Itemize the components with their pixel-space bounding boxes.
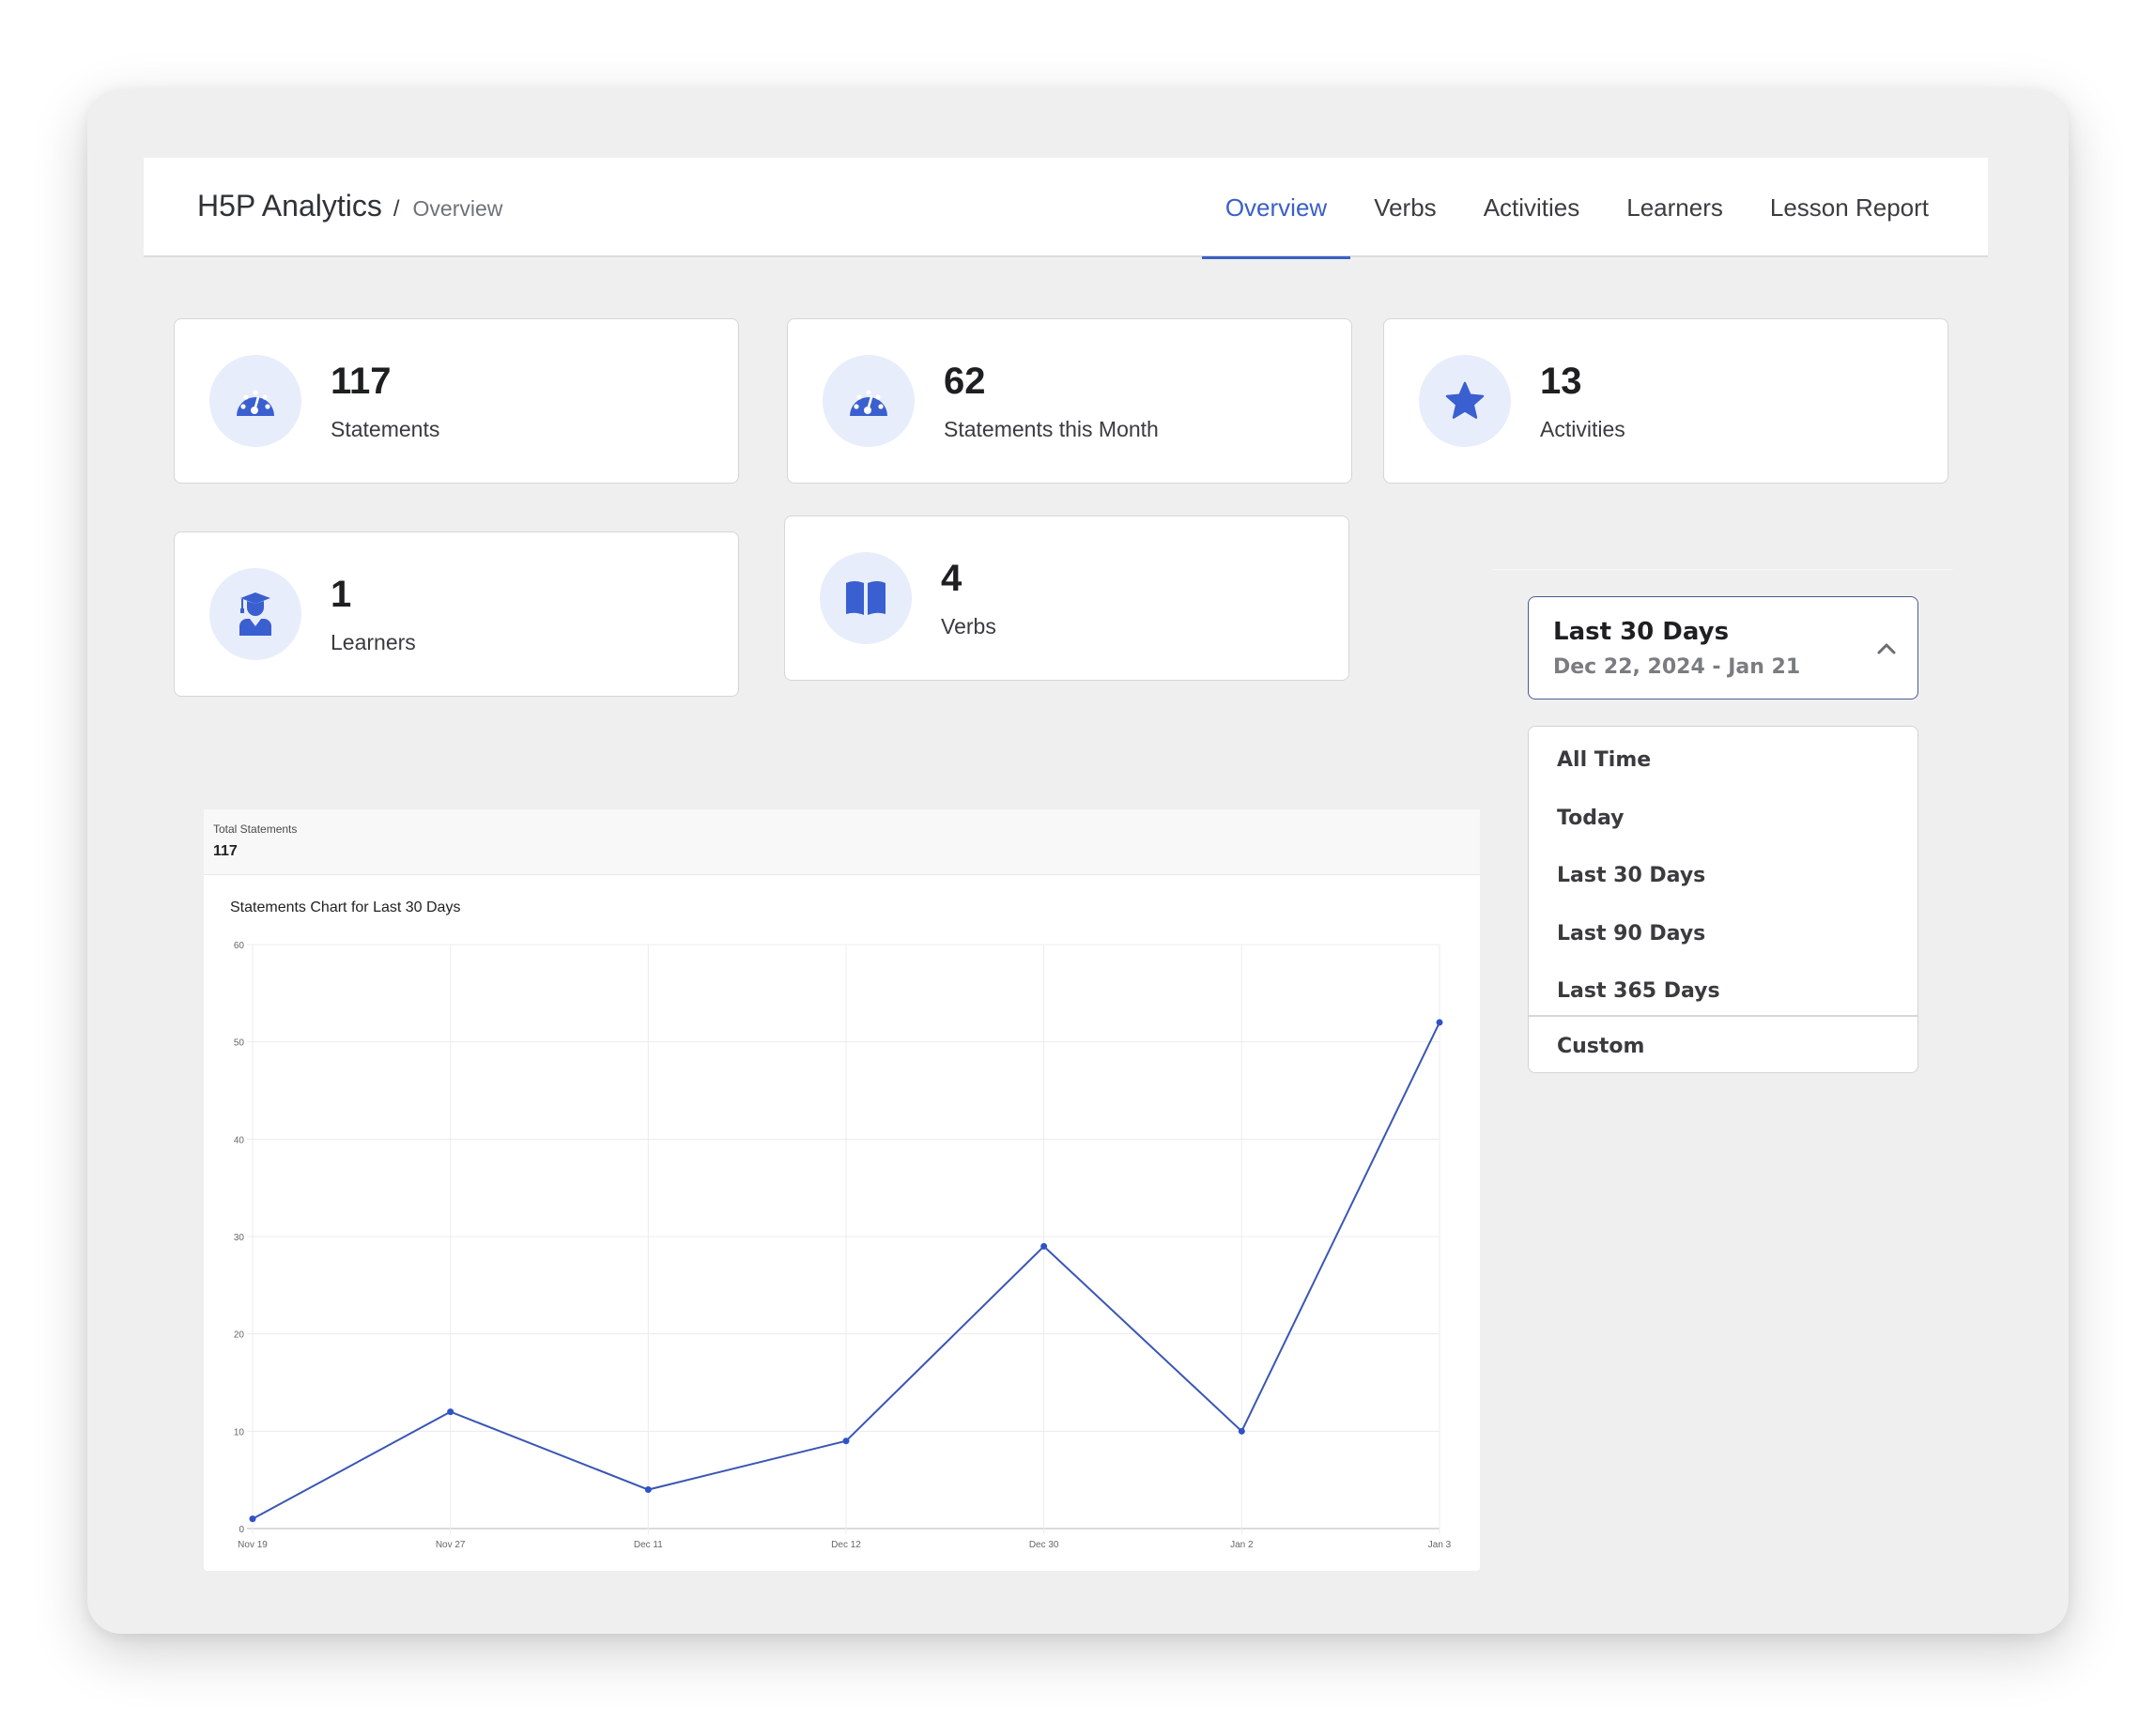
icon-badge [1419, 355, 1511, 447]
dashboard-gauge-icon [850, 390, 887, 416]
date-range-selected-label: Last 30 Days [1553, 618, 1730, 646]
date-range-option-last-90-days[interactable]: Last 90 Days [1529, 906, 1917, 961]
stat-label: Verbs [941, 614, 996, 638]
data-point [447, 1408, 454, 1416]
date-range-selected-dates: Dec 22, 2024 - Jan 21 [1553, 655, 1801, 679]
stat-card-verbs: 4 Verbs [784, 515, 1349, 681]
date-range-select[interactable]: Last 30 Days Dec 22, 2024 - Jan 21 [1528, 596, 1918, 700]
statements-line-chart: 0 10 20 30 40 50 60 Nov 19 Nov 27 Dec 11 Dec 12 Dec… [234, 941, 1452, 1550]
app-title[interactable]: H5P Analytics [197, 189, 382, 223]
y-tick-label: 30 [234, 1233, 245, 1243]
x-tick-label: Jan 2 [1230, 1540, 1254, 1550]
divider [1493, 569, 1953, 570]
y-tick-label: 0 [239, 1525, 244, 1535]
y-tick-label: 10 [234, 1427, 245, 1438]
stat-value: 62 [944, 361, 986, 402]
x-tick-label: Dec 12 [831, 1540, 861, 1550]
top-navigation-bar: H5P Analytics / Overview Overview Verbs … [144, 158, 1988, 259]
dashboard-gauge-icon [237, 390, 274, 416]
stat-value: 117 [331, 361, 392, 402]
stat-card-statements-this-month: 62 Statements this Month [787, 318, 1352, 484]
y-tick-label: 20 [234, 1330, 245, 1341]
open-book-icon [846, 581, 886, 615]
icon-badge [823, 355, 915, 447]
stat-card-activities: 13 Activities [1383, 318, 1948, 484]
date-range-option-all-time[interactable]: All Time [1529, 732, 1917, 787]
data-point [1040, 1242, 1048, 1250]
x-tick-label: Jan 3 [1428, 1540, 1452, 1550]
graduate-user-icon [239, 592, 271, 636]
data-point [1436, 1019, 1443, 1026]
date-range-option-custom[interactable]: Custom [1529, 1019, 1917, 1072]
stat-label: Activities [1540, 417, 1625, 441]
date-range-option-last-365-days[interactable]: Last 365 Days [1529, 963, 1917, 1018]
stat-label: Statements [331, 417, 440, 441]
tab-lesson-report[interactable]: Lesson Report [1747, 158, 1952, 257]
x-tick-label: Nov 19 [238, 1540, 268, 1550]
chevron-up-icon[interactable] [1876, 638, 1897, 659]
x-tick-label: Dec 30 [1029, 1540, 1059, 1550]
icon-badge [209, 568, 301, 660]
breadcrumb: H5P Analytics / Overview [197, 189, 502, 223]
icon-badge [209, 355, 301, 447]
icon-badge [820, 552, 912, 644]
menu-divider [1529, 1015, 1917, 1017]
stat-value: 4 [941, 558, 962, 599]
breadcrumb-current: Overview [412, 196, 503, 221]
date-range-option-last-30-days[interactable]: Last 30 Days [1529, 848, 1917, 902]
stat-label: Statements this Month [944, 417, 1159, 441]
tab-overview[interactable]: Overview [1201, 158, 1351, 259]
statements-chart-panel: Total Statements 117 Statements Chart fo… [204, 809, 1480, 1571]
tab-verbs[interactable]: Verbs [1350, 158, 1460, 257]
stat-card-statements: 117 Statements [174, 318, 739, 484]
stat-value: 13 [1540, 361, 1582, 402]
stat-label: Learners [331, 630, 416, 654]
tab-learners[interactable]: Learners [1603, 158, 1747, 257]
x-tick-label: Nov 27 [436, 1540, 466, 1550]
data-point [644, 1486, 652, 1494]
y-tick-label: 50 [234, 1038, 245, 1049]
star-icon [1445, 381, 1485, 419]
data-point [842, 1438, 850, 1445]
y-tick-label: 40 [234, 1135, 245, 1145]
y-tick-label: 60 [234, 941, 245, 951]
stat-value: 1 [331, 574, 352, 615]
x-tick-label: Dec 11 [634, 1540, 663, 1550]
data-point [249, 1515, 256, 1523]
stat-card-learners: 1 Learners [174, 531, 739, 697]
data-point [1238, 1427, 1245, 1435]
tab-activities[interactable]: Activities [1460, 158, 1604, 257]
date-range-menu: All Time Today Last 30 Days Last 90 Days… [1528, 726, 1918, 1073]
breadcrumb-separator: / [393, 196, 400, 222]
date-range-option-today[interactable]: Today [1529, 791, 1917, 845]
main-tabs: Overview Verbs Activities Learners Lesso… [1201, 158, 1952, 259]
